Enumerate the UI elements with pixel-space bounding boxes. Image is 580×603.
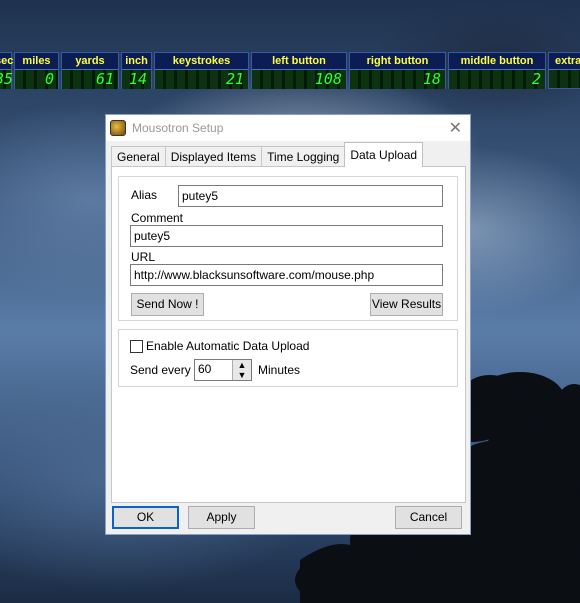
- dialog-title: Mousotron Setup: [132, 121, 224, 135]
- stat-value: 21: [155, 70, 248, 89]
- send-now-button[interactable]: Send Now !: [131, 293, 204, 316]
- stat-label: middle button: [449, 53, 545, 70]
- mouse-app-icon: [110, 120, 126, 136]
- stat-value: 14: [122, 70, 151, 89]
- dialog-titlebar[interactable]: Mousotron Setup ✕: [106, 115, 470, 141]
- tab-time-logging[interactable]: Time Logging: [261, 146, 346, 167]
- spin-up-down-icon[interactable]: ▲ ▼: [232, 360, 251, 380]
- stat-value: 2: [449, 70, 545, 89]
- upload-settings-group: Alias putey5 Comment putey5 URL http://w…: [118, 176, 458, 321]
- stat-label: keystrokes: [155, 53, 248, 70]
- stat-label: miles: [15, 53, 58, 70]
- tab-data-upload[interactable]: Data Upload: [344, 142, 424, 167]
- apply-button[interactable]: Apply: [188, 506, 255, 529]
- stat-yards: yards 61: [61, 52, 119, 89]
- minutes-label: Minutes: [258, 363, 301, 377]
- stat-extra: extra: [548, 52, 580, 89]
- comment-label: Comment: [131, 211, 184, 225]
- view-results-button[interactable]: View Results: [370, 293, 443, 316]
- stat-middle-button: middle button 2: [448, 52, 546, 89]
- mousotron-stat-bar: sec 35 miles 0 yards 61 inch 14 keystrok…: [0, 52, 580, 89]
- stat-right-button: right button 18: [349, 52, 446, 89]
- stat-label: inch: [122, 53, 151, 70]
- setup-dialog: Mousotron Setup ✕ General Displayed Item…: [105, 114, 471, 535]
- alias-label: Alias: [131, 188, 158, 202]
- tab-general[interactable]: General: [111, 146, 166, 167]
- stat-value: 61: [62, 70, 118, 89]
- stat-label: left button: [252, 53, 346, 70]
- stat-value: 18: [350, 70, 445, 89]
- stat-value: 108: [252, 70, 346, 89]
- ok-button[interactable]: OK: [112, 506, 179, 529]
- stat-label: right button: [350, 53, 445, 70]
- url-label: URL: [131, 250, 156, 264]
- send-interval-value: 60: [198, 362, 212, 376]
- stat-keystrokes: keystrokes 21: [154, 52, 249, 89]
- stat-left-button: left button 108: [251, 52, 347, 89]
- enable-auto-upload-checkbox[interactable]: [130, 340, 143, 353]
- send-interval-spinbox[interactable]: 60 ▲ ▼: [194, 359, 252, 381]
- stat-value: 0: [15, 70, 58, 89]
- close-icon[interactable]: ✕: [449, 118, 462, 138]
- stat-value: [549, 70, 580, 88]
- url-input[interactable]: http://www.blacksunsoftware.com/mouse.ph…: [130, 264, 443, 286]
- alias-input[interactable]: putey5: [178, 185, 443, 207]
- stat-inch: inch 14: [121, 52, 152, 89]
- stat-label: extra: [549, 53, 580, 70]
- stat-miles: miles 0: [14, 52, 59, 89]
- send-every-label: Send every: [130, 363, 191, 377]
- cancel-button[interactable]: Cancel: [395, 506, 462, 529]
- stat-value: 35: [0, 70, 13, 89]
- enable-auto-upload-label: Enable Automatic Data Upload: [146, 339, 310, 353]
- stat-label: sec: [0, 53, 13, 70]
- stat-label: yards: [62, 53, 118, 70]
- comment-input[interactable]: putey5: [130, 225, 443, 247]
- tab-displayed-items[interactable]: Displayed Items: [164, 146, 263, 167]
- data-upload-panel: Alias putey5 Comment putey5 URL http://w…: [111, 166, 466, 503]
- stat-sec: sec 35: [0, 52, 13, 89]
- auto-upload-group: Enable Automatic Data Upload Send every …: [118, 329, 458, 387]
- tab-strip: General Displayed Items Time Logging Dat…: [111, 142, 424, 167]
